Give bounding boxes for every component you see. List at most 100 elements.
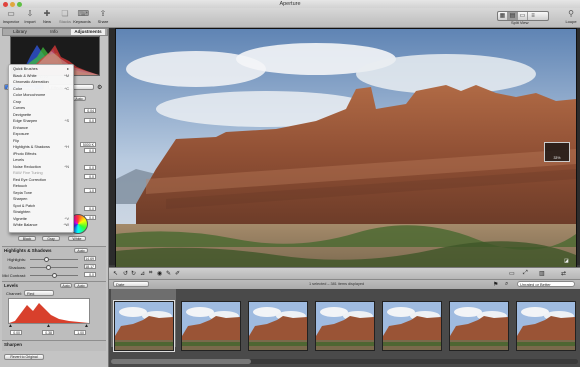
highlights-slider[interactable] [30, 257, 78, 262]
menu-item[interactable]: Quick Brushes ▸ [9, 67, 73, 72]
zoom-window-button[interactable] [17, 1, 22, 7]
crop-icon[interactable]: ⌗ [149, 270, 152, 277]
retouch-icon[interactable]: ✎ [166, 270, 171, 277]
thumbnail-cell[interactable] [312, 289, 377, 351]
auto-luminance-button[interactable]: Auto [60, 283, 72, 288]
menu-item[interactable]: Black & White ^M [9, 74, 73, 79]
rotate-left-icon[interactable]: ↺ [123, 270, 128, 277]
keywords-button[interactable]: ⌨ Keywords [73, 9, 91, 25]
revert-to-original-button[interactable]: Revert to Original [4, 354, 44, 360]
highlights-field[interactable]: 14.69 [84, 256, 96, 261]
highlights-shadows-title[interactable]: Highlights & Shadows [4, 248, 52, 253]
thumbnail[interactable] [449, 301, 509, 351]
thumbnail[interactable] [516, 301, 576, 351]
thumbnail-cell[interactable] [446, 289, 511, 351]
menu-item[interactable]: Sharpen [9, 197, 73, 202]
menu-item[interactable]: Enhance [9, 126, 73, 131]
menu-item[interactable]: Exposure [9, 132, 73, 137]
menu-item[interactable]: Color Monochrome [9, 93, 73, 98]
gamma-level-field[interactable]: 0.38 [42, 330, 54, 335]
sharpen-title[interactable]: Sharpen [4, 342, 22, 347]
thumbnail[interactable] [181, 301, 241, 351]
close-window-button[interactable] [3, 1, 8, 7]
value-field[interactable]: 0.0 [84, 148, 96, 153]
auto-button[interactable]: Auto [74, 248, 88, 253]
menu-item[interactable]: Vignette ^V [9, 217, 73, 222]
white-point-button[interactable]: White [68, 236, 86, 241]
loupe-button[interactable]: ⚲ Loupe [562, 9, 580, 25]
levels-title[interactable]: Levels [4, 283, 18, 288]
tab-adjustments[interactable]: Adjustments [71, 29, 105, 35]
search-icon[interactable]: ⌕ [505, 281, 508, 288]
value-field[interactable]: 0.04 [84, 108, 96, 113]
menu-item[interactable]: Crop [9, 100, 73, 105]
menu-item[interactable]: Levels [9, 158, 73, 163]
menu-item[interactable]: Retouch [9, 184, 73, 189]
view-split-icon[interactable]: ▤ [508, 12, 518, 20]
menu-item[interactable]: Noise Reduction ^N [9, 165, 73, 170]
gamma-slider-icon[interactable]: ▲ [46, 323, 51, 329]
thumbnail[interactable] [113, 300, 175, 352]
channel-popup[interactable]: Red [24, 290, 54, 296]
straighten-icon[interactable]: ⊿ [140, 270, 145, 277]
share-button[interactable]: ⇪ Share [94, 9, 112, 25]
rotate-right-icon[interactable]: ↻ [131, 270, 136, 277]
menu-item[interactable]: Color ^C [9, 87, 73, 92]
menu-item[interactable]: Edge Sharpen ^S [9, 119, 73, 124]
thumbnail-cell[interactable] [111, 289, 176, 352]
thumbnail-cell[interactable] [513, 289, 578, 351]
menu-item[interactable]: Straighten [9, 210, 73, 215]
mid-contrast-slider[interactable] [30, 273, 78, 278]
gray-point-button[interactable]: Gray [42, 236, 60, 241]
mid-contrast-field[interactable]: 0.0 [84, 272, 96, 277]
view-viewer-icon[interactable]: ▭ [518, 12, 528, 20]
value-field[interactable]: 0.0 [84, 118, 96, 123]
new-button[interactable]: ✚ New [38, 9, 56, 25]
menu-item[interactable]: Curves [9, 106, 73, 111]
auto-button[interactable]: Auto [72, 96, 86, 101]
value-field[interactable]: 0.0 [84, 174, 96, 179]
minimize-window-button[interactable] [10, 1, 15, 7]
tab-info[interactable]: Info [37, 29, 71, 35]
filter-search-field[interactable]: Unrated or Better [517, 281, 575, 287]
import-button[interactable]: ⇩ Import [21, 9, 39, 25]
browser-scrollbar[interactable] [111, 359, 578, 364]
thumbnail-cell[interactable] [178, 289, 243, 351]
tab-library[interactable]: Library [3, 29, 37, 35]
layout-icon[interactable]: ▥ [539, 270, 545, 277]
menu-item[interactable]: iPhoto Effects [9, 152, 73, 157]
black-point-button[interactable]: Black [18, 236, 36, 241]
value-field[interactable]: 0.0 [84, 206, 96, 211]
shadows-field[interactable]: 18.17 [84, 264, 96, 269]
thumbnail[interactable] [382, 301, 442, 351]
menu-item[interactable]: Flip [9, 139, 73, 144]
scroll-thumb[interactable] [111, 359, 251, 364]
pointer-icon[interactable]: ↖ [113, 270, 118, 277]
inspector-button[interactable]: ▭ Inspector [2, 9, 20, 25]
main-photo[interactable]: 33% ◪ [115, 28, 577, 270]
menu-item[interactable]: Red Eye Correction [9, 178, 73, 183]
thumbnail[interactable] [248, 301, 308, 351]
view-list-icon[interactable]: ≡ [528, 12, 538, 20]
menu-item[interactable]: Highlights & Shadows ^H [9, 145, 73, 150]
black-point-slider-icon[interactable]: ▲ [8, 323, 13, 329]
sort-popup[interactable]: Date [113, 281, 149, 287]
redeye-icon[interactable]: ◉ [157, 270, 162, 277]
value-field[interactable]: 1.0 [84, 188, 96, 193]
lift-stamp-icon[interactable]: ✐ [175, 270, 180, 277]
thumbnail-cell[interactable] [379, 289, 444, 351]
thumbnail-cell[interactable] [245, 289, 310, 351]
filter-icon[interactable]: ⚑ [493, 281, 498, 288]
levels-histogram[interactable] [8, 298, 90, 324]
menu-item[interactable]: Devignette [9, 113, 73, 118]
display-icon[interactable]: ▭ [509, 270, 515, 277]
shadows-slider[interactable] [30, 265, 78, 270]
stacks-button[interactable]: ❏ Stacks [56, 9, 74, 25]
menu-item[interactable]: Chromatic Aberration [9, 80, 73, 85]
temperature-field[interactable]: 5000 K [80, 142, 96, 147]
black-level-field[interactable]: 0.00 [10, 330, 22, 335]
thumbnail[interactable] [315, 301, 375, 351]
gear-icon[interactable]: ⚙ [97, 84, 102, 91]
swap-icon[interactable]: ⇄ [561, 270, 566, 277]
white-point-slider-icon[interactable]: ▲ [84, 323, 89, 329]
